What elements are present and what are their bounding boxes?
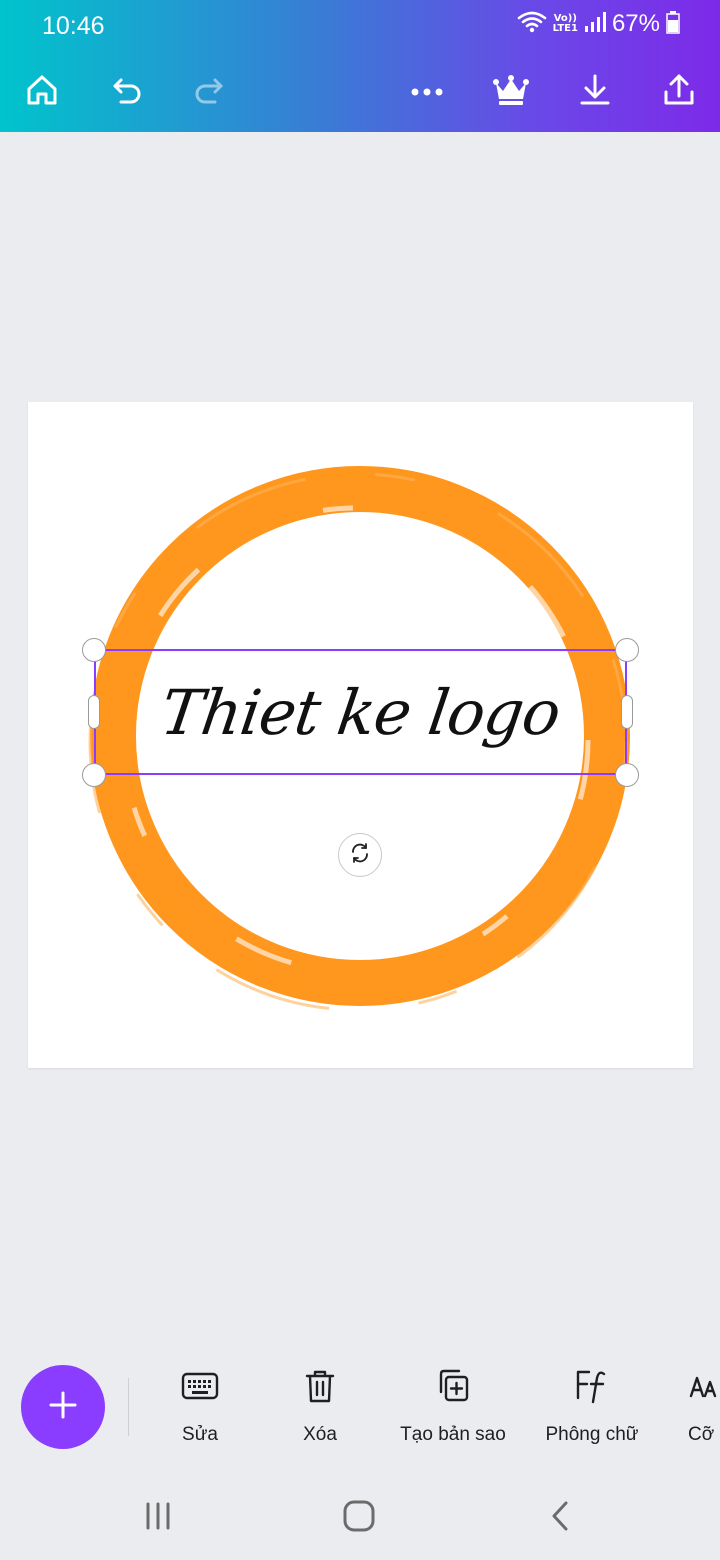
lte-bottom-text: LTE1 [552, 23, 578, 34]
editor-toolbar [0, 60, 720, 124]
font-icon [574, 1362, 610, 1410]
add-element-button[interactable] [21, 1365, 105, 1449]
plus-icon [47, 1389, 79, 1425]
resize-handle-top-right[interactable] [615, 638, 639, 662]
redo-button[interactable] [185, 68, 233, 116]
action-divider [128, 1378, 129, 1436]
keyboard-icon [181, 1362, 219, 1410]
rotate-handle[interactable] [338, 833, 382, 877]
undo-icon [109, 72, 145, 112]
redo-icon [191, 72, 227, 112]
top-header: 10:46 Vo)) LTE1 67% [0, 0, 720, 132]
resize-handle-left[interactable] [88, 695, 100, 729]
duplicate-action[interactable]: Tạo bản sao [396, 1362, 510, 1452]
download-icon [577, 72, 613, 112]
font-label: Phông chữ [545, 1424, 639, 1445]
share-icon [661, 72, 697, 112]
battery-percent: 67% [611, 10, 660, 37]
resize-handle-bottom-left[interactable] [82, 763, 106, 787]
font-size-action[interactable]: Cỡ c [688, 1362, 720, 1452]
signal-icon [584, 11, 606, 37]
text-selection-box[interactable] [94, 649, 627, 775]
home-nav-icon [343, 1500, 375, 1536]
crown-icon [492, 73, 530, 111]
more-icon [409, 83, 445, 102]
duplicate-icon [435, 1362, 471, 1410]
edit-text-label: Sửa [182, 1424, 218, 1445]
home-icon [24, 72, 60, 112]
home-nav-button[interactable] [329, 1494, 389, 1542]
lte-indicator: Vo)) LTE1 [553, 14, 578, 34]
font-action[interactable]: Phông chữ [541, 1362, 643, 1452]
back-button[interactable] [530, 1494, 590, 1542]
more-options-button[interactable] [403, 68, 451, 116]
home-button[interactable] [18, 68, 66, 116]
font-size-label: Cỡ c [688, 1424, 720, 1445]
delete-action[interactable]: Xóa [292, 1362, 348, 1452]
trash-icon [304, 1362, 336, 1410]
delete-label: Xóa [303, 1424, 337, 1445]
download-button[interactable] [571, 68, 619, 116]
rotate-icon [348, 841, 372, 869]
resize-handle-bottom-right[interactable] [615, 763, 639, 787]
status-icons: Vo)) LTE1 67% [517, 10, 680, 38]
wifi-icon [517, 10, 547, 38]
undo-button[interactable] [103, 68, 151, 116]
share-button[interactable] [655, 68, 703, 116]
recent-apps-icon [144, 1502, 172, 1534]
status-time: 10:46 [42, 12, 105, 40]
recent-apps-button[interactable] [128, 1494, 188, 1542]
premium-button[interactable] [487, 68, 535, 116]
system-nav-bar [0, 1476, 720, 1560]
font-size-icon [688, 1362, 720, 1410]
status-bar: 10:46 Vo)) LTE1 67% [0, 0, 720, 56]
resize-handle-top-left[interactable] [82, 638, 106, 662]
back-icon [550, 1501, 570, 1535]
battery-icon [666, 10, 680, 38]
duplicate-label: Tạo bản sao [400, 1424, 506, 1445]
resize-handle-right[interactable] [621, 695, 633, 729]
edit-text-action[interactable]: Sửa [172, 1362, 228, 1452]
